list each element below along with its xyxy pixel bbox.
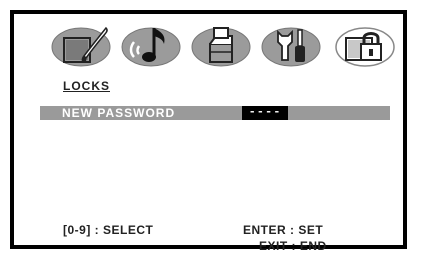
audio-setup-icon[interactable] xyxy=(120,22,182,72)
new-password-field[interactable]: ---- xyxy=(242,106,288,120)
lock-icon[interactable] xyxy=(334,22,396,72)
new-password-label: NEW PASSWORD xyxy=(62,106,176,120)
system-setup-icon[interactable] xyxy=(190,22,252,72)
select-hint: [0-9] : SELECT xyxy=(63,223,154,237)
exit-hint: EXIT : END xyxy=(259,239,327,253)
section-title: LOCKS xyxy=(63,79,110,93)
enter-hint: ENTER : SET xyxy=(243,223,324,237)
new-password-row[interactable]: NEW PASSWORD ---- xyxy=(40,106,390,120)
setup-icon-row xyxy=(50,22,400,80)
tools-setup-icon[interactable] xyxy=(260,22,322,72)
display-setup-icon[interactable] xyxy=(50,22,112,72)
